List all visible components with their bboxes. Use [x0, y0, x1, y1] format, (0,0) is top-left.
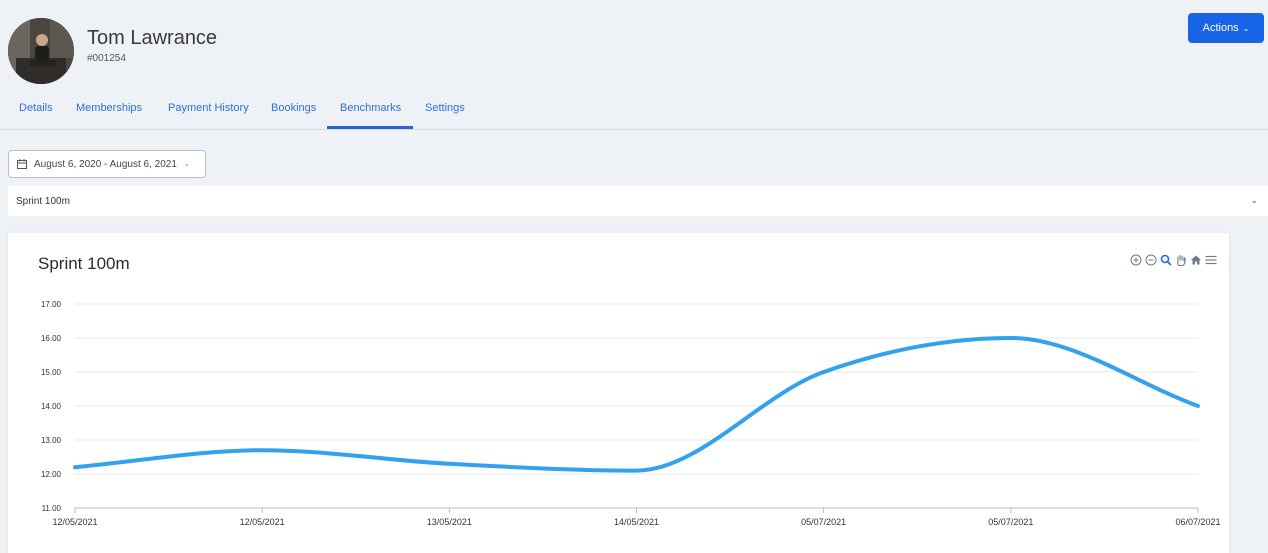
x-tick-label: 05/07/2021 [801, 517, 846, 527]
x-tick-label: 13/05/2021 [427, 517, 472, 527]
profile-tabs: Details Memberships Payment History Book… [0, 92, 1268, 130]
benchmark-select-value: Sprint 100m [16, 195, 70, 207]
y-tick-label: 12.00 [41, 470, 62, 479]
series-line [73, 335, 1200, 473]
y-tick-label: 14.00 [41, 402, 62, 411]
calendar-icon [17, 159, 27, 169]
y-tick-label: 17.00 [41, 300, 62, 309]
x-tick-label: 12/05/2021 [240, 517, 285, 527]
benchmark-select[interactable]: Sprint 100m ⌄ [8, 186, 1268, 216]
member-id: #001254 [87, 53, 126, 64]
y-tick-label: 11.00 [42, 504, 62, 513]
member-name: Tom Lawrance [87, 27, 218, 49]
y-tick-label: 15.00 [41, 368, 62, 377]
x-tick-label: 12/05/2021 [52, 517, 97, 527]
sprint-line-chart: 11.00 12.00 13.00 14.00 15.00 16.00 17.00 12/05… [41, 300, 1221, 527]
tab-details[interactable]: Details [19, 102, 53, 114]
chevron-down-icon: ⌄ [1250, 195, 1258, 205]
tab-bookings[interactable]: Bookings [271, 102, 316, 114]
date-range-value: August 6, 2020 - August 6, 2021 [34, 158, 177, 170]
benchmark-chart-card: Sprint 100m 11.00 12.00 13.00 14.00 15.00 16.… [8, 233, 1229, 553]
profile-header: Tom Lawrance #001254 Actions ⌄ [0, 0, 1268, 92]
tab-payment-history[interactable]: Payment History [168, 102, 249, 114]
tab-settings[interactable]: Settings [425, 102, 465, 114]
date-range-picker[interactable]: August 6, 2020 - August 6, 2021 ⌄ [8, 150, 206, 178]
tab-benchmarks[interactable]: Benchmarks [340, 102, 401, 114]
actions-label: Actions [1202, 22, 1239, 34]
y-tick-label: 16.00 [41, 334, 62, 343]
chevron-down-icon: ⌄ [1242, 23, 1250, 33]
x-tick-label: 05/07/2021 [988, 517, 1033, 527]
chevron-down-icon: ⌄ [183, 161, 190, 168]
active-tab-indicator [327, 126, 413, 129]
y-tick-label: 13.00 [41, 436, 62, 445]
actions-button[interactable]: Actions ⌄ [1188, 13, 1264, 43]
x-tick-label: 14/05/2021 [614, 517, 659, 527]
tab-memberships[interactable]: Memberships [76, 102, 142, 114]
x-tick-label: 06/07/2021 [1175, 517, 1220, 527]
avatar [8, 18, 74, 84]
